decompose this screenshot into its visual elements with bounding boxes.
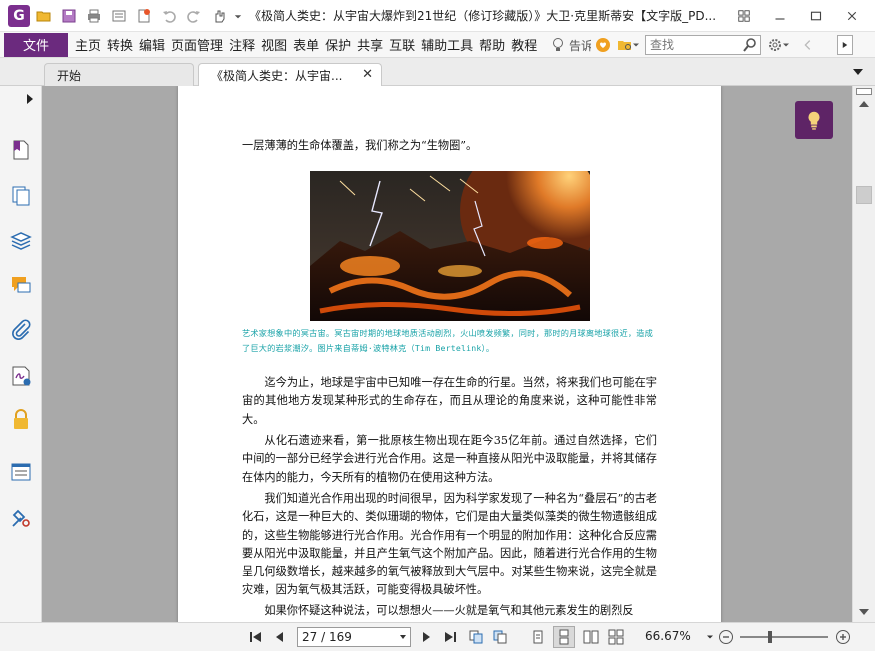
menu-view[interactable]: 视图 bbox=[258, 33, 290, 57]
file-menu[interactable]: 文件 bbox=[4, 32, 68, 57]
previous-page-icon[interactable] bbox=[272, 629, 288, 645]
single-page-view-icon[interactable] bbox=[530, 629, 546, 645]
zoom-out-icon[interactable] bbox=[718, 629, 734, 645]
app-logo-icon[interactable]: G bbox=[8, 4, 30, 27]
menu-edit[interactable]: 编辑 bbox=[136, 33, 168, 57]
menu-share[interactable]: 共享 bbox=[354, 33, 386, 57]
tab-list-dropdown-icon[interactable] bbox=[853, 68, 863, 76]
menu-connect[interactable]: 互联 bbox=[386, 33, 418, 57]
save-icon[interactable] bbox=[58, 5, 80, 27]
figure-caption: 艺术家想象中的冥古宙。冥古宙时期的地球地质活动剧烈，火山喷发频繁，同时，那时的月… bbox=[242, 328, 653, 353]
menu-protect[interactable]: 保护 bbox=[322, 33, 354, 57]
search-icon[interactable] bbox=[742, 37, 758, 53]
comments-icon[interactable] bbox=[9, 274, 33, 298]
continuous-view-button[interactable] bbox=[553, 626, 575, 648]
menu-help[interactable]: 帮助 bbox=[476, 33, 508, 57]
next-view-icon[interactable] bbox=[492, 629, 508, 645]
redo-icon[interactable] bbox=[183, 5, 205, 27]
feedback-icon[interactable] bbox=[595, 37, 611, 53]
tab-document[interactable]: 《极简人类史：从宇宙... ✕ bbox=[198, 63, 382, 87]
page-thumbnails-icon[interactable] bbox=[9, 184, 33, 208]
settings-gear-icon[interactable] bbox=[767, 37, 783, 53]
tab-close-icon[interactable]: ✕ bbox=[362, 67, 373, 82]
title-bar: G 《极简人类史：从宇宙大爆炸到21世纪（修订珍藏版）》大卫·克里斯蒂安【文字版… bbox=[0, 0, 875, 32]
search-input[interactable] bbox=[650, 38, 740, 52]
close-button[interactable] bbox=[842, 6, 862, 26]
document-view[interactable]: 一层薄薄的生命体覆盖，我们称之为“生物圈”。 艺术家想象中的冥古宙。冥古宙时期的… bbox=[42, 86, 852, 622]
last-page-icon[interactable] bbox=[442, 629, 458, 645]
chevron-right-icon bbox=[842, 42, 848, 48]
destinations-icon[interactable] bbox=[9, 506, 33, 530]
scroll-down-icon[interactable] bbox=[859, 608, 869, 616]
menu-accessibility[interactable]: 辅助工具 bbox=[418, 33, 476, 57]
body-paragraph: 我们知道光合作用出现的时间很早，因为科学家发现了一种名为“叠层石”的古老化石，这… bbox=[242, 492, 657, 597]
tab-start[interactable]: 开始 bbox=[44, 63, 194, 86]
status-bar: 27 / 169 66.67% bbox=[0, 622, 875, 651]
customize-quick-access-icon[interactable] bbox=[233, 5, 243, 27]
find-folder-icon[interactable] bbox=[617, 37, 633, 53]
expand-pane-icon[interactable] bbox=[26, 94, 34, 104]
first-page-icon[interactable] bbox=[248, 629, 264, 645]
ribbon-scroll-right-button[interactable] bbox=[837, 35, 853, 55]
navigation-pane bbox=[0, 86, 42, 622]
properties-icon[interactable] bbox=[108, 5, 130, 27]
new-document-icon[interactable] bbox=[133, 5, 155, 27]
ribbon-scroll-left-icon[interactable] bbox=[801, 38, 815, 52]
menu-form[interactable]: 表单 bbox=[290, 33, 322, 57]
facing-view-icon[interactable] bbox=[583, 629, 599, 645]
next-page-icon[interactable] bbox=[418, 629, 434, 645]
menu-home[interactable]: 主页 bbox=[72, 33, 104, 57]
zoom-in-icon[interactable] bbox=[835, 629, 851, 645]
body-paragraph: 如果你怀疑这种说法，可以想想火——火就是氧气和其他元素发生的剧烈反 bbox=[264, 604, 634, 617]
bookmark-icon[interactable] bbox=[9, 138, 33, 162]
search-field[interactable] bbox=[645, 35, 761, 55]
menu-convert[interactable]: 转换 bbox=[104, 33, 136, 57]
attachment-icon[interactable] bbox=[9, 318, 33, 342]
scroll-up-icon[interactable] bbox=[859, 100, 869, 108]
print-icon[interactable] bbox=[83, 5, 105, 27]
body-paragraph: 从化石遗迹来看，第一批原核生物出现在距今35亿年前。通过自然选择，它们中间的一部… bbox=[242, 434, 657, 484]
page-intro-line: 一层薄薄的生命体覆盖，我们称之为“生物圈”。 bbox=[242, 139, 478, 152]
form-fields-icon[interactable] bbox=[9, 460, 33, 484]
minimize-button[interactable] bbox=[770, 6, 790, 26]
menu-organize[interactable]: 页面管理 bbox=[168, 33, 226, 57]
tab-start-label: 开始 bbox=[57, 68, 82, 83]
window-title: 《极简人类史：从宇宙大爆炸到21世纪（修订珍藏版）》大卫·克里斯蒂安【文字版_P… bbox=[249, 9, 717, 23]
signature-icon[interactable] bbox=[9, 364, 33, 388]
volcanic-earth-illustration bbox=[310, 171, 590, 321]
lightbulb-icon[interactable] bbox=[550, 37, 566, 53]
previous-view-icon[interactable] bbox=[468, 629, 484, 645]
menu-bar: 文件 主页 转换 编辑 页面管理 注释 视图 表单 保护 共享 互联 辅助工具 … bbox=[0, 32, 875, 58]
menu-tutorial[interactable]: 教程 bbox=[508, 33, 540, 57]
find-dropdown-icon[interactable] bbox=[633, 42, 639, 48]
zoom-slider[interactable] bbox=[740, 631, 828, 643]
lightbulb-icon bbox=[808, 111, 820, 130]
security-lock-icon[interactable] bbox=[9, 408, 33, 432]
menu-comment[interactable]: 注释 bbox=[226, 33, 258, 57]
continuous-facing-view-icon[interactable] bbox=[608, 629, 624, 645]
tell-me-label[interactable]: 告诉 bbox=[569, 37, 591, 54]
zoom-level[interactable]: 66.67% bbox=[645, 629, 691, 643]
continuous-view-icon bbox=[559, 629, 569, 645]
ribbon-toggle-icon[interactable] bbox=[734, 6, 754, 26]
page-number-field[interactable]: 27 / 169 bbox=[297, 627, 411, 647]
layers-icon[interactable] bbox=[9, 230, 33, 254]
zoom-dropdown-icon[interactable] bbox=[707, 634, 713, 640]
zoom-slider-thumb[interactable] bbox=[768, 631, 772, 643]
page-number-value: 27 / 169 bbox=[302, 630, 352, 644]
pdf-page: 一层薄薄的生命体覆盖，我们称之为“生物圈”。 艺术家想象中的冥古宙。冥古宙时期的… bbox=[178, 86, 721, 622]
open-icon[interactable] bbox=[33, 5, 55, 27]
settings-dropdown-icon[interactable] bbox=[783, 42, 789, 48]
tips-button[interactable] bbox=[795, 101, 833, 139]
undo-icon[interactable] bbox=[158, 5, 180, 27]
hand-tool-icon[interactable] bbox=[208, 5, 230, 27]
scrollbar-thumb[interactable] bbox=[856, 186, 872, 204]
vertical-scrollbar[interactable] bbox=[852, 86, 875, 622]
scroll-split-handle[interactable] bbox=[856, 88, 872, 95]
maximize-button[interactable] bbox=[806, 6, 826, 26]
tab-document-label: 《极简人类史：从宇宙... bbox=[211, 69, 343, 83]
body-paragraph: 迄今为止，地球是宇宙中已知唯一存在生命的行星。当然，将来我们也可能在宇宙的其他地… bbox=[242, 376, 657, 426]
document-tab-bar: 开始 《极简人类史：从宇宙... ✕ bbox=[0, 58, 875, 87]
page-dropdown-icon[interactable] bbox=[400, 635, 406, 639]
